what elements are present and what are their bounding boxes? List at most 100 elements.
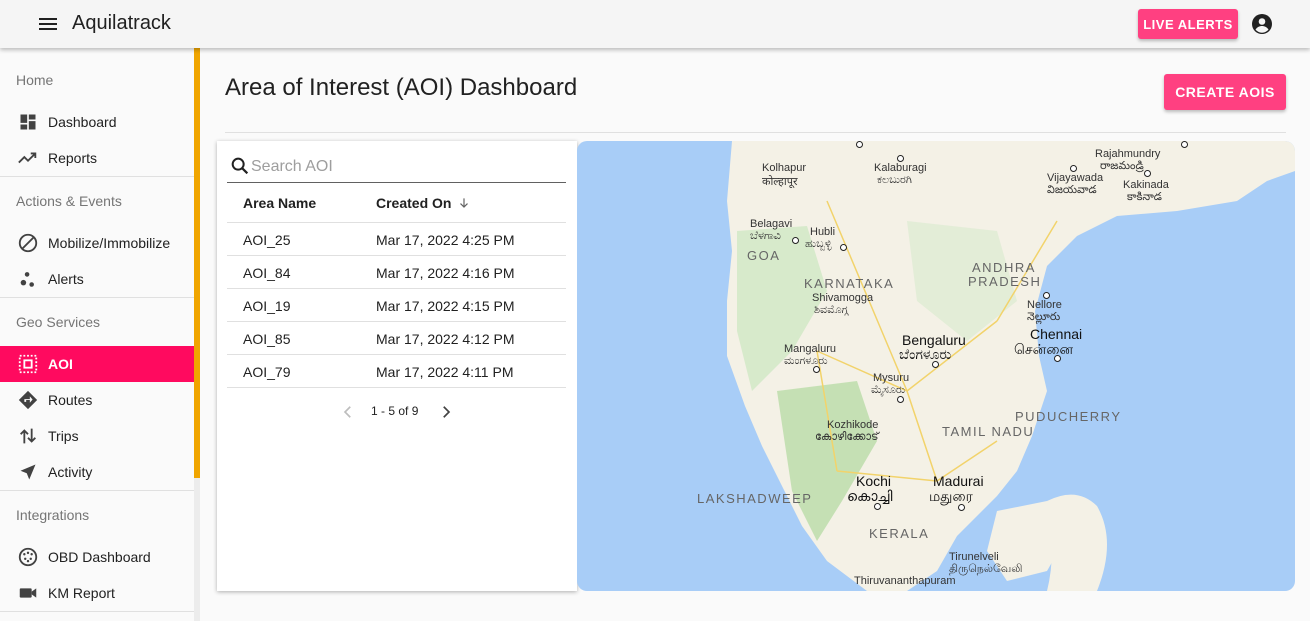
menu-icon[interactable]: [36, 12, 60, 36]
sidebar-section-integrations: Integrations: [16, 507, 90, 523]
map-label-mysuru: Mysuru: [873, 372, 910, 384]
created-on-cell: Mar 17, 2022 4:15 PM: [376, 298, 515, 314]
column-header-created-on[interactable]: Created On: [376, 195, 471, 211]
app-bar: Aquilatrack LIVE ALERTS: [0, 0, 1310, 48]
sidebar-item-label: Alerts: [48, 271, 84, 287]
map-label-lakshadweep: LAKSHADWEEP: [697, 491, 813, 506]
map-label-belagavi-local: ಬೆಳಗಾವಿ: [750, 230, 781, 242]
sidebar-section-home: Home: [16, 72, 54, 88]
map-label-mangaluru-local: ಮಂಗಳೂರು: [784, 355, 828, 367]
map-label-kalaburagi-local: ಕಲಬುರಗಿ: [877, 174, 912, 186]
sidebar-item-aoi[interactable]: AOI: [0, 346, 194, 382]
created-on-cell: Mar 17, 2022 4:16 PM: [376, 265, 515, 281]
chevron-left-icon[interactable]: [339, 403, 357, 421]
city-marker[interactable]: [932, 361, 939, 368]
sidebar-item-trips[interactable]: Trips: [0, 418, 194, 454]
arrow-down-icon: [460, 198, 469, 208]
created-on-cell: Mar 17, 2022 4:11 PM: [376, 364, 514, 380]
create-aois-button[interactable]: CREATE AOIS: [1164, 74, 1286, 110]
area-name-cell: AOI_25: [243, 232, 291, 248]
map-label-nellore: Nellore: [1027, 299, 1062, 311]
city-marker[interactable]: [1043, 292, 1050, 299]
dashboard-icon: [16, 110, 40, 134]
map-label-kakinada-local: కాకినాడ: [1127, 191, 1162, 203]
city-marker[interactable]: [792, 237, 799, 244]
pagination-range: 1 - 5 of 9: [371, 404, 419, 418]
sidebar-scroll-track: [194, 478, 200, 621]
videocam-icon: [16, 581, 40, 605]
city-marker[interactable]: [813, 366, 820, 373]
sidebar-item-label: Mobilize/Immobilize: [48, 235, 171, 251]
sidebar-item-obd-dashboard[interactable]: OBD Dashboard: [0, 539, 194, 575]
city-marker[interactable]: [897, 155, 904, 162]
sidebar-item-dashboard[interactable]: Dashboard: [0, 104, 194, 140]
city-marker[interactable]: [897, 396, 904, 403]
table-row[interactable]: AOI_85 Mar 17, 2022 4:12 PM: [227, 322, 566, 355]
map-label-belagavi: Belagavi: [750, 218, 793, 230]
app-title: Aquilatrack: [72, 12, 171, 34]
sidebar-section-geo: Geo Services: [16, 314, 101, 330]
sidebar-item-label: Activity: [48, 464, 93, 480]
sidebar-item-alerts[interactable]: Alerts: [0, 261, 194, 297]
city-marker[interactable]: [1144, 170, 1151, 177]
sidebar-item-label: Routes: [48, 392, 93, 408]
city-marker[interactable]: [856, 141, 863, 148]
map-label-hubli-local: ಹುಬ್ಬಳ್ಳಿ: [805, 238, 832, 250]
city-marker[interactable]: [840, 244, 847, 251]
map-label-hubli: Hubli: [810, 226, 836, 238]
column-header-label: Created On: [376, 195, 452, 211]
column-header-area-name[interactable]: Area Name: [243, 195, 316, 211]
map-label-kolhapur: Kolhapur: [762, 162, 807, 174]
map-label-tirunelveli-local: திருநெல்வேலி: [949, 563, 1023, 575]
map-label-nellore-local: నెల్లూరు: [1027, 311, 1061, 323]
table-row[interactable]: AOI_25 Mar 17, 2022 4:25 PM: [227, 223, 566, 256]
map-label-andhra: ANDHRA: [972, 260, 1036, 275]
block-icon: [16, 231, 40, 255]
sidebar-divider: [0, 490, 194, 491]
search-input[interactable]: [251, 155, 561, 179]
account-circle-icon[interactable]: [1250, 12, 1274, 36]
page-title: Area of Interest (AOI) Dashboard: [225, 74, 578, 101]
map-label-pradesh: PRADESH: [968, 274, 1042, 289]
city-marker[interactable]: [1181, 141, 1188, 148]
city-marker[interactable]: [958, 504, 965, 511]
obd-icon: [16, 545, 40, 569]
map-label-shivamogga: Shivamogga: [812, 292, 874, 304]
city-marker[interactable]: [1070, 165, 1077, 172]
sidebar-divider: [0, 176, 194, 177]
map-label-thiruvananthapuram: Thiruvananthapuram: [854, 575, 956, 587]
chevron-right-icon[interactable]: [437, 403, 455, 421]
table-row[interactable]: AOI_84 Mar 17, 2022 4:16 PM: [227, 256, 566, 289]
map-label-puducherry: PUDUCHERRY: [1015, 409, 1122, 424]
map-label-madurai-local: மதுரை: [929, 488, 973, 504]
trending-icon: [16, 146, 40, 170]
sidebar-item-activity[interactable]: Activity: [0, 454, 194, 490]
map-label-vijayawada: Vijayawada: [1047, 172, 1104, 184]
aoi-list-panel: Area Name Created On AOI_25 Mar 17, 2022…: [217, 141, 577, 591]
city-marker[interactable]: [1054, 355, 1061, 362]
sidebar-item-km-report[interactable]: KM Report: [0, 575, 194, 611]
sidebar-section-actions: Actions & Events: [16, 193, 122, 209]
map-label-mangaluru: Mangaluru: [784, 343, 836, 355]
map-label-tirunelveli: Tirunelveli: [949, 551, 999, 563]
sidebar-item-reports[interactable]: Reports: [0, 140, 194, 176]
table-row[interactable]: AOI_79 Mar 17, 2022 4:11 PM: [227, 355, 566, 388]
navigation-icon: [16, 460, 40, 484]
aoi-map[interactable]: Kolhapur कोल्हापूर Kalaburagi ಕಲಬುರಗಿ Ra…: [577, 141, 1295, 591]
sidebar-divider: [0, 297, 194, 298]
sidebar-item-routes[interactable]: Routes: [0, 382, 194, 418]
swap-vert-icon: [16, 424, 40, 448]
sidebar: Home Dashboard Reports Actions & Events …: [0, 48, 194, 621]
sidebar-item-label: Trips: [48, 428, 79, 444]
map-label-rajahmundry-local: రాజమండ్రి: [1100, 160, 1144, 172]
live-alerts-button[interactable]: LIVE ALERTS: [1138, 9, 1238, 39]
map-label-kochi: Kochi: [856, 473, 892, 489]
map-label-kolhapur-local: कोल्हापूर: [762, 176, 798, 188]
sidebar-scroll-thumb[interactable]: [194, 48, 200, 478]
map-label-kozhikode-local: കോഴിക്കോട്: [815, 431, 879, 443]
city-marker[interactable]: [874, 503, 881, 510]
area-name-cell: AOI_19: [243, 298, 291, 314]
table-row[interactable]: AOI_19 Mar 17, 2022 4:15 PM: [227, 289, 566, 322]
sidebar-item-label: Dashboard: [48, 114, 117, 130]
sidebar-item-mobilize[interactable]: Mobilize/Immobilize: [0, 225, 194, 261]
